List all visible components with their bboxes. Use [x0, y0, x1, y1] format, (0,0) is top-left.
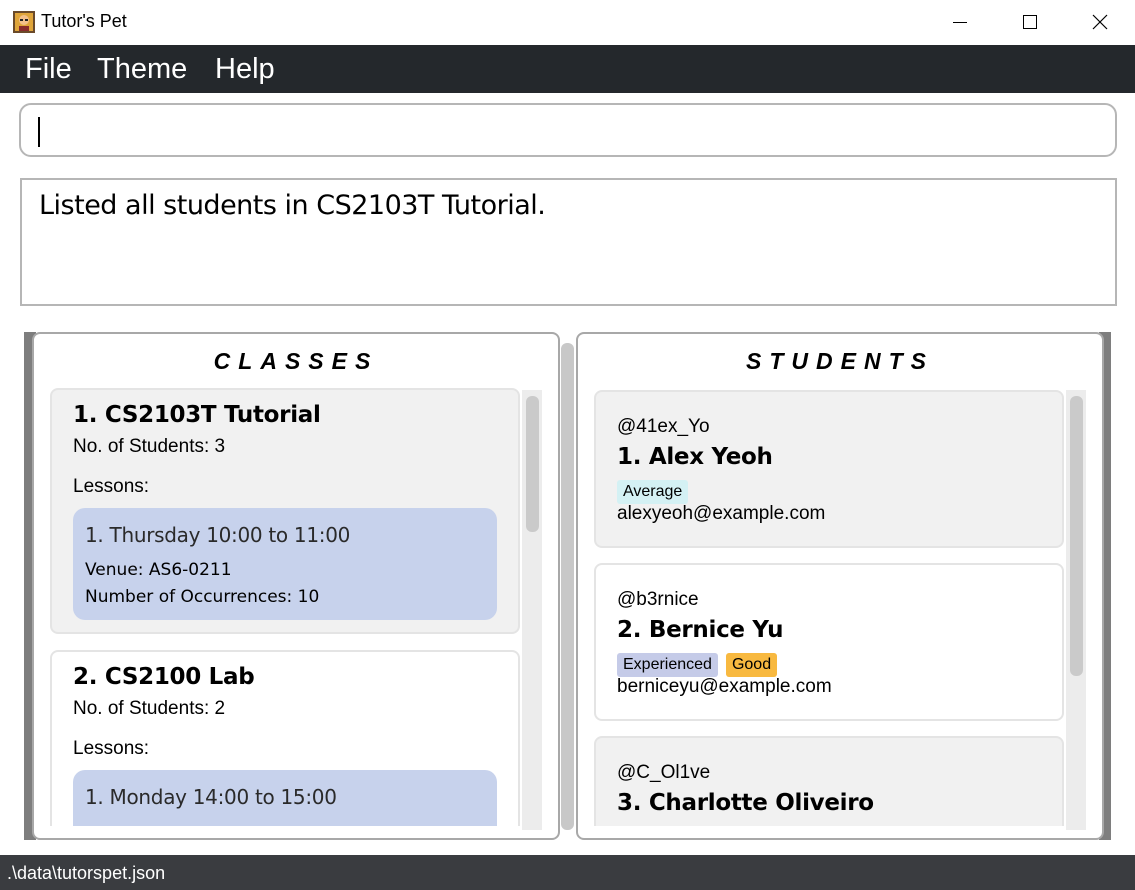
student-tag: Experienced — [617, 653, 718, 677]
students-panel-title: STUDENTS — [746, 348, 934, 374]
student-email: berniceyu@example.com — [617, 676, 832, 697]
maximize-icon — [1023, 15, 1037, 29]
student-name: 2. Bernice Yu — [617, 617, 784, 643]
minimize-icon — [953, 22, 967, 23]
status-bar: .\data\tutorspet.json — [0, 855, 1135, 890]
student-tags: Average — [617, 480, 696, 504]
students-panel: STUDENTS @41ex_Yo 1. Alex Yeoh Average a… — [576, 332, 1104, 840]
menu-file[interactable]: File — [25, 53, 72, 86]
minimize-button[interactable] — [925, 0, 995, 45]
close-button[interactable] — [1065, 0, 1135, 45]
student-handle: @b3rnice — [617, 589, 699, 610]
student-list-scrollbar[interactable] — [1066, 390, 1086, 830]
student-name: 3. Charlotte Oliveiro — [617, 790, 874, 816]
lesson-title: 1. Monday 14:00 to 15:00 — [85, 785, 337, 809]
lesson-venue: Venue: AS6-0211 — [85, 560, 232, 580]
classes-panel-title: CLASSES — [213, 348, 379, 374]
class-student-count: No. of Students: 3 — [73, 436, 226, 457]
student-card[interactable]: @41ex_Yo 1. Alex Yeoh Average alexyeoh@e… — [594, 390, 1064, 548]
class-list[interactable]: 1. CS2103T Tutorial No. of Students: 3 L… — [50, 388, 540, 826]
student-handle: @C_Ol1ve — [617, 762, 711, 783]
lessons-label: Lessons: — [73, 476, 150, 497]
student-tags: Experienced Good — [617, 653, 785, 677]
lesson-occurrences: Number of Occurrences: 10 — [85, 587, 320, 607]
class-student-count: No. of Students: 2 — [73, 698, 226, 719]
student-email: alexyeoh@example.com — [617, 503, 826, 524]
menu-theme[interactable]: Theme — [97, 53, 187, 86]
maximize-button[interactable] — [995, 0, 1065, 45]
class-card[interactable]: 2. CS2100 Lab No. of Students: 2 Lessons… — [50, 650, 520, 826]
title-bar: Tutor's Pet — [0, 0, 1135, 45]
class-list-scroll-thumb[interactable] — [526, 396, 539, 532]
classes-panel: CLASSES 1. CS2103T Tutorial No. of Stude… — [32, 332, 560, 840]
result-text: Listed all students in CS2103T Tutorial. — [39, 190, 546, 221]
class-list-scrollbar[interactable] — [522, 390, 542, 830]
student-tag: Average — [617, 480, 689, 504]
lessons-label: Lessons: — [73, 738, 150, 759]
student-list-scroll-thumb[interactable] — [1070, 396, 1083, 676]
split-pane-divider[interactable] — [561, 343, 574, 830]
data-file-path: .\data\tutorspet.json — [7, 863, 166, 883]
student-card[interactable]: @C_Ol1ve 3. Charlotte Oliveiro — [594, 736, 1064, 826]
class-card[interactable]: 1. CS2103T Tutorial No. of Students: 3 L… — [50, 388, 520, 634]
class-title: 1. CS2103T Tutorial — [73, 402, 321, 428]
lesson-card[interactable]: 1. Thursday 10:00 to 11:00 Venue: AS6-02… — [73, 508, 497, 620]
close-icon — [1092, 14, 1108, 30]
lesson-card[interactable]: 1. Monday 14:00 to 15:00 — [73, 770, 497, 826]
command-input[interactable] — [19, 103, 1117, 157]
text-caret — [38, 117, 40, 147]
class-title: 2. CS2100 Lab — [73, 664, 255, 690]
lesson-title: 1. Thursday 10:00 to 11:00 — [85, 523, 351, 547]
student-card[interactable]: @b3rnice 2. Bernice Yu Experienced Good b… — [594, 563, 1064, 721]
menu-bar: File Theme Help — [0, 45, 1135, 93]
student-list[interactable]: @41ex_Yo 1. Alex Yeoh Average alexyeoh@e… — [594, 388, 1084, 826]
window-title: Tutor's Pet — [41, 11, 127, 31]
student-handle: @41ex_Yo — [617, 416, 710, 437]
menu-help[interactable]: Help — [215, 53, 275, 86]
student-name: 1. Alex Yeoh — [617, 444, 773, 470]
student-tag: Good — [725, 653, 778, 677]
result-display: Listed all students in CS2103T Tutorial. — [20, 178, 1117, 306]
app-icon — [13, 11, 35, 33]
